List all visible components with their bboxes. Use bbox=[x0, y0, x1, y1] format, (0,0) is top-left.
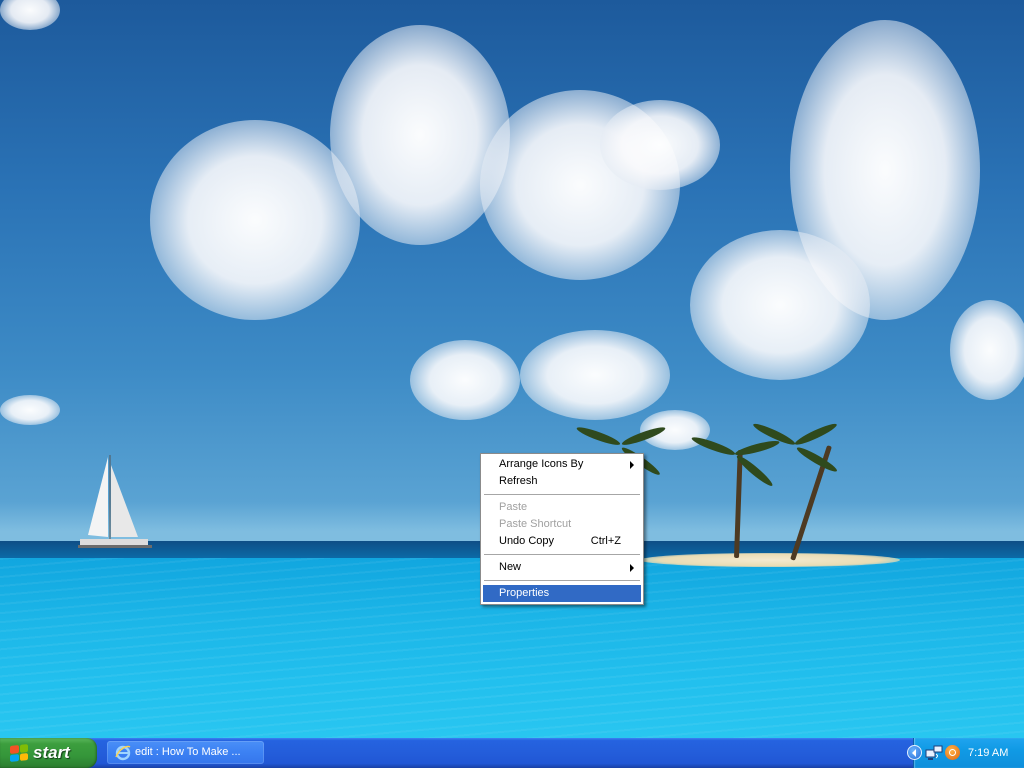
menu-item-shortcut: Ctrl+Z bbox=[590, 535, 621, 547]
menu-item-label: Refresh bbox=[499, 475, 538, 487]
wallpaper-island bbox=[640, 553, 900, 567]
wallpaper-cloud bbox=[330, 25, 510, 245]
menu-item-paste: Paste bbox=[483, 499, 641, 516]
wallpaper-cloud bbox=[0, 0, 60, 30]
wallpaper-cloud bbox=[150, 120, 360, 320]
menu-item-undo-copy[interactable]: Undo Copy Ctrl+Z bbox=[483, 533, 641, 550]
internet-explorer-icon bbox=[115, 745, 131, 761]
wallpaper-cloud bbox=[0, 395, 60, 425]
start-button[interactable]: start bbox=[0, 738, 97, 768]
windows-flag-icon bbox=[10, 744, 28, 762]
menu-item-label: Paste bbox=[499, 501, 528, 513]
menu-item-refresh[interactable]: Refresh bbox=[483, 473, 641, 490]
system-tray: 7:19 AM bbox=[907, 738, 1024, 768]
orange-circle-app-icon[interactable] bbox=[945, 745, 960, 760]
taskbar-button-label: edit : How To Make ... bbox=[135, 746, 241, 758]
menu-separator bbox=[484, 494, 640, 495]
wallpaper-cloud bbox=[600, 100, 720, 190]
wallpaper-cloud bbox=[690, 230, 870, 380]
menu-item-properties[interactable]: Properties bbox=[483, 585, 641, 602]
menu-item-label: Paste Shortcut bbox=[499, 518, 572, 530]
wallpaper-cloud bbox=[950, 300, 1024, 400]
network-icon[interactable] bbox=[925, 745, 943, 761]
wallpaper-sailboat bbox=[78, 455, 152, 548]
menu-item-new[interactable]: New bbox=[483, 559, 641, 576]
menu-item-paste-shortcut: Paste Shortcut bbox=[483, 516, 641, 533]
submenu-arrow-icon bbox=[630, 564, 634, 572]
wallpaper-cloud bbox=[410, 340, 520, 420]
menu-item-label: Properties bbox=[499, 587, 550, 599]
menu-item-arrange-icons-by[interactable]: Arrange Icons By bbox=[483, 456, 641, 473]
menu-item-label: Arrange Icons By bbox=[499, 458, 584, 470]
start-label: start bbox=[33, 743, 70, 762]
menu-separator bbox=[484, 554, 640, 555]
menu-separator bbox=[484, 580, 640, 581]
desktop[interactable] bbox=[0, 0, 1024, 738]
taskbar-button-browser[interactable]: edit : How To Make ... bbox=[107, 741, 264, 764]
clock[interactable]: 7:19 AM bbox=[968, 738, 1008, 768]
chevron-left-icon[interactable] bbox=[907, 745, 922, 760]
wallpaper-cloud bbox=[520, 330, 670, 420]
desktop-context-menu: Arrange Icons By Refresh Paste Paste Sho… bbox=[480, 453, 644, 605]
taskbar: start edit : How To Make ... 7:19 AM bbox=[0, 738, 1024, 768]
submenu-arrow-icon bbox=[630, 461, 634, 469]
menu-item-label: Undo Copy bbox=[499, 535, 555, 547]
menu-item-label: New bbox=[499, 561, 522, 573]
